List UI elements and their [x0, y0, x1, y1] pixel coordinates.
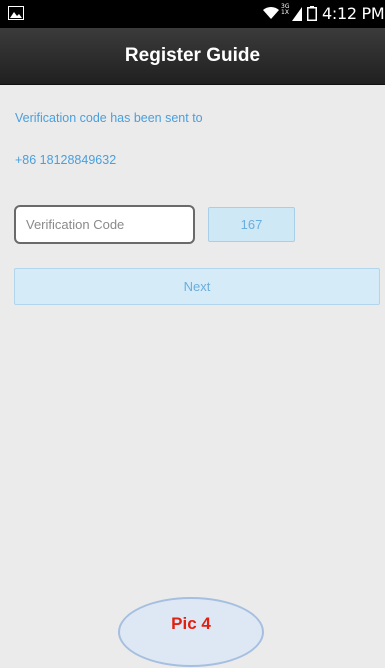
title-bar: Register Guide — [0, 28, 385, 85]
status-bar: 3G 1X 4:12 PM — [0, 0, 385, 28]
signal-icon — [292, 7, 302, 21]
phone-number-text: +86 18128849632 — [15, 153, 117, 167]
pic-label-badge: Pic 4 — [118, 597, 264, 667]
gallery-icon — [8, 6, 24, 20]
status-clock: 4:12 PM — [322, 4, 385, 23]
battery-icon — [307, 6, 317, 21]
wifi-icon — [263, 6, 279, 19]
verification-info-text: Verification code has been sent to — [15, 111, 203, 125]
resend-countdown-button[interactable]: 167 — [208, 207, 295, 242]
next-button[interactable]: Next — [14, 268, 380, 305]
app-screen: 3G 1X 4:12 PM Register Guide Verification… — [0, 0, 385, 668]
verification-code-input[interactable] — [14, 205, 195, 244]
page-title: Register Guide — [124, 45, 261, 66]
